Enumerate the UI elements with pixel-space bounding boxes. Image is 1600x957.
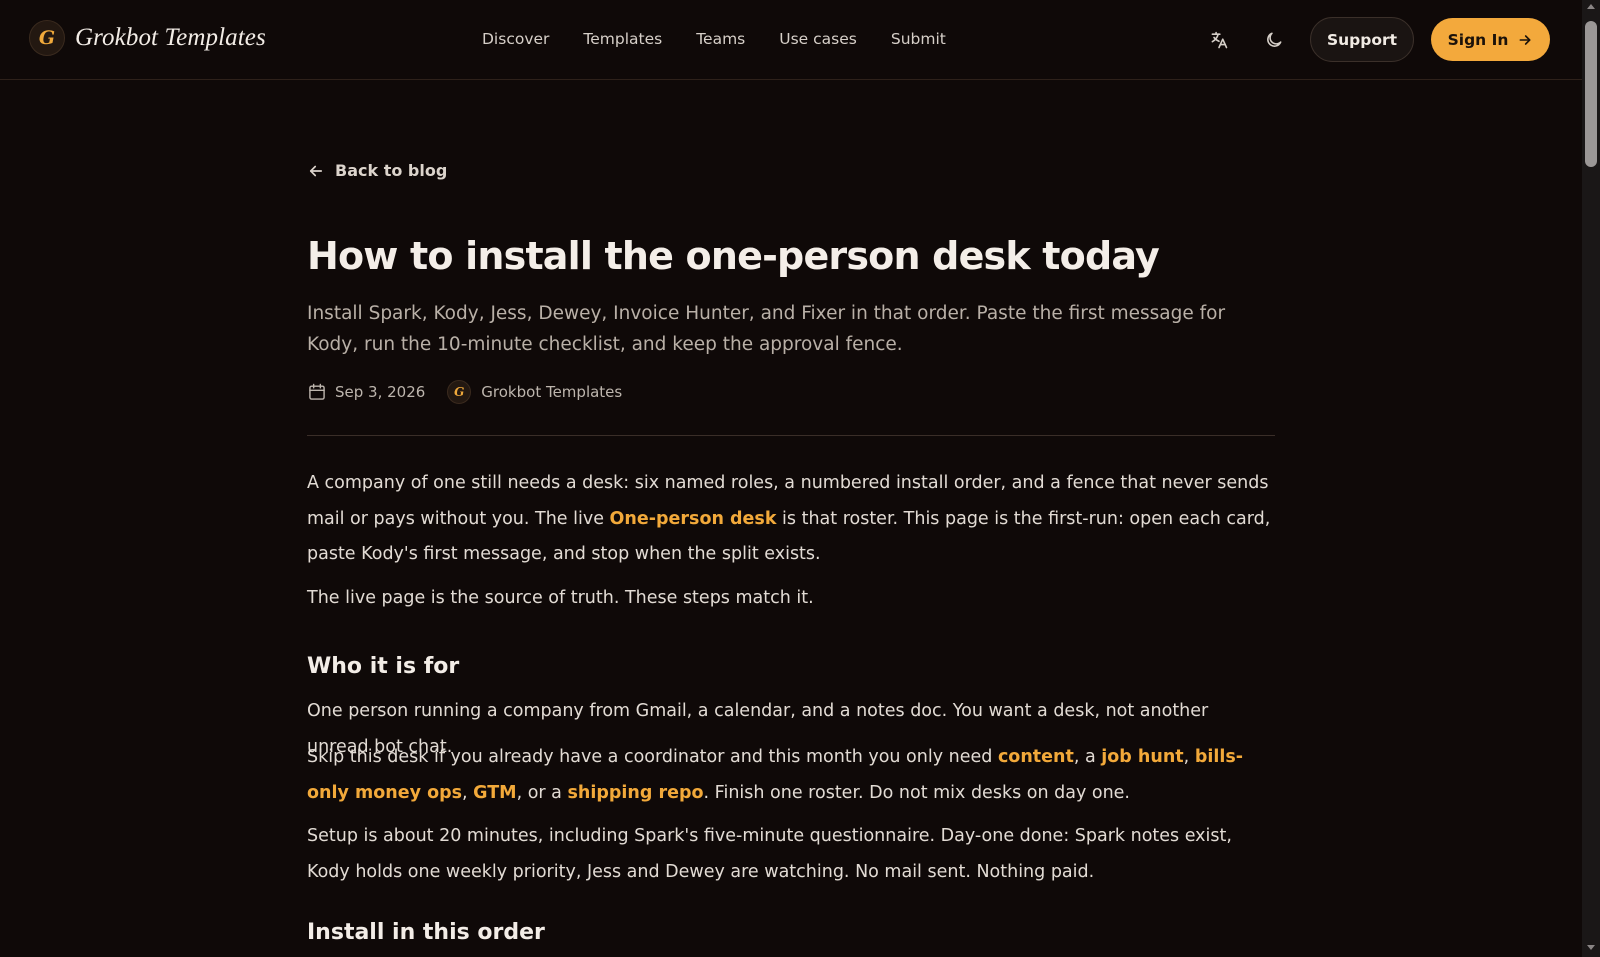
brand-name: Grokbot Templates — [75, 24, 266, 51]
support-button[interactable]: Support — [1310, 17, 1414, 62]
vertical-scrollbar[interactable] — [1582, 0, 1600, 957]
sign-in-label: Sign In — [1447, 30, 1509, 49]
text: Skip this desk if you already have a coo… — [307, 747, 998, 767]
brand-badge: G — [29, 20, 65, 56]
divider — [307, 435, 1275, 436]
shipping-repo-link[interactable]: shipping repo — [567, 783, 703, 803]
moon-icon[interactable] — [1260, 26, 1288, 54]
skip-paragraph: Skip this desk if you already have a coo… — [307, 740, 1275, 811]
main-nav: Discover Templates Teams Use cases Submi… — [482, 27, 980, 51]
text: , or a — [516, 782, 568, 803]
nav-discover[interactable]: Discover — [482, 27, 549, 51]
site-header: G Grokbot Templates Discover Templates T… — [0, 0, 1582, 80]
arrow-left-icon — [309, 165, 323, 176]
sign-in-button[interactable]: Sign In — [1431, 18, 1550, 61]
publish-date: Sep 3, 2026 — [335, 383, 426, 401]
page: G Grokbot Templates Discover Templates T… — [0, 0, 1582, 957]
one-person-desk-link[interactable]: One-person desk — [610, 509, 777, 529]
arrow-right-icon — [1519, 34, 1531, 45]
brand-logo[interactable]: G Grokbot Templates — [29, 20, 266, 56]
job-hunt-link[interactable]: job hunt — [1101, 747, 1183, 767]
text: , — [1183, 747, 1195, 767]
gtm-link[interactable]: GTM — [473, 783, 516, 803]
translate-icon[interactable] — [1205, 26, 1233, 54]
source-paragraph: The live page is the source of truth. Th… — [307, 588, 814, 608]
nav-submit[interactable]: Submit — [891, 27, 946, 51]
intro-paragraph: A company of one still needs a desk: six… — [307, 466, 1275, 573]
scroll-up-arrow-icon[interactable] — [1587, 4, 1595, 9]
back-to-blog-link[interactable]: Back to blog — [307, 161, 447, 180]
nav-teams[interactable]: Teams — [696, 27, 745, 51]
nav-templates[interactable]: Templates — [583, 27, 662, 51]
scrollbar-thumb[interactable] — [1585, 21, 1597, 167]
nav-use-cases[interactable]: Use cases — [779, 27, 857, 51]
heading-who-it-is-for: Who it is for — [307, 654, 460, 679]
author-name: Grokbot Templates — [481, 383, 623, 401]
article-meta: Sep 3, 2026 G Grokbot Templates — [307, 380, 622, 404]
setup-paragraph: Setup is about 20 minutes, including Spa… — [307, 826, 1232, 882]
author-avatar: G — [447, 380, 472, 404]
heading-install-order: Install in this order — [307, 920, 545, 945]
content-link[interactable]: content — [998, 747, 1074, 767]
scroll-down-arrow-icon[interactable] — [1587, 945, 1595, 950]
calendar-icon — [309, 383, 325, 400]
text: , a — [1073, 747, 1102, 767]
article-title: How to install the one-person desk today — [307, 234, 1160, 278]
text: , — [462, 782, 474, 803]
article-subtitle: Install Spark, Kody, Jess, Dewey, Invoic… — [307, 303, 1226, 355]
back-label: Back to blog — [335, 161, 448, 180]
text: . Finish one roster. Do not mix desks on… — [703, 782, 1130, 803]
